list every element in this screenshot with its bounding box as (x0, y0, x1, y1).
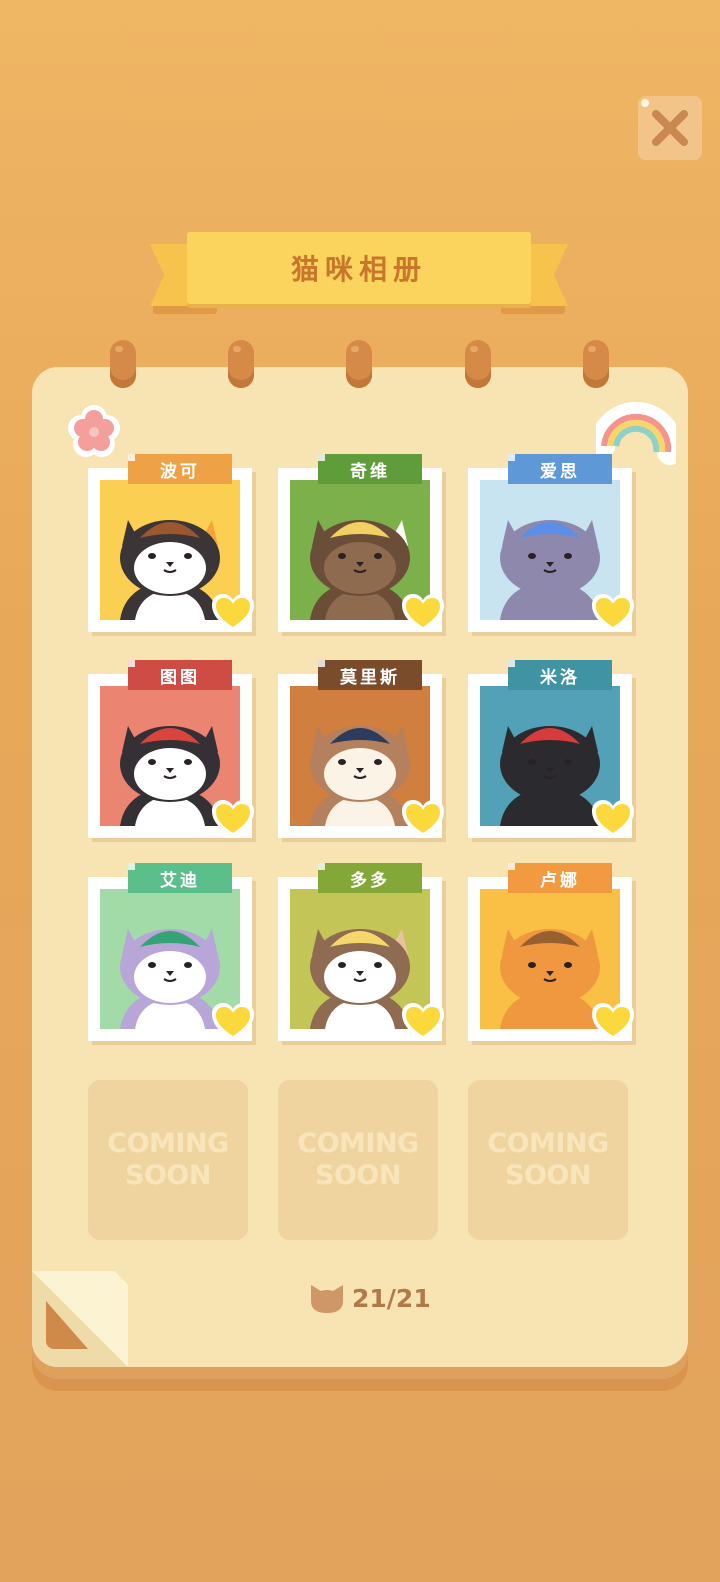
coming-soon-line2: SOON (125, 1160, 211, 1191)
cat-card[interactable]: 卢娜 (468, 863, 634, 1041)
coming-soon-line2: SOON (315, 1160, 401, 1191)
cat-name-tag: 卢娜 (508, 863, 612, 893)
page-title: 猫咪相册 (290, 253, 427, 286)
heart-icon (590, 592, 636, 638)
cat-name-tag: 爱思 (508, 454, 612, 484)
coming-soon-card: COMING SOON (88, 1080, 248, 1240)
coming-soon-card: COMING SOON (468, 1080, 628, 1240)
cat-name-tag: 奇维 (318, 454, 422, 484)
heart-icon (400, 592, 446, 638)
cat-card[interactable]: 莫里斯 (278, 660, 444, 838)
cat-name-tag: 艾迪 (128, 863, 232, 893)
cat-card[interactable]: 米洛 (468, 660, 634, 838)
title-banner: 猫咪相册 (150, 232, 568, 322)
coming-soon-line1: COMING (487, 1128, 609, 1159)
cat-name-tag: 波可 (128, 454, 232, 484)
cat-card[interactable]: 波可 (88, 454, 254, 632)
collection-counter: 21/21 (308, 1278, 431, 1318)
cat-card[interactable]: 多多 (278, 863, 444, 1041)
coming-soon-line1: COMING (107, 1128, 229, 1159)
heart-icon (210, 1001, 256, 1047)
heart-icon (400, 1001, 446, 1047)
collection-count: 21/21 (352, 1283, 431, 1313)
cat-name-tag: 多多 (318, 863, 422, 893)
cat-card[interactable]: 爱思 (468, 454, 634, 632)
heart-icon (590, 798, 636, 844)
binder-rings (0, 340, 720, 390)
cat-card[interactable]: 图图 (88, 660, 254, 838)
heart-icon (210, 798, 256, 844)
cat-head-icon (311, 1285, 343, 1313)
page-corner-turn[interactable] (32, 1271, 128, 1367)
heart-icon (400, 798, 446, 844)
coming-soon-line1: COMING (297, 1128, 419, 1159)
cat-name-tag: 图图 (128, 660, 232, 690)
flower-sticker (68, 405, 120, 457)
cat-name-tag: 米洛 (508, 660, 612, 690)
cat-card[interactable]: 艾迪 (88, 863, 254, 1041)
heart-icon (590, 1001, 636, 1047)
coming-soon-card: COMING SOON (278, 1080, 438, 1240)
cat-card[interactable]: 奇维 (278, 454, 444, 632)
coming-soon-line2: SOON (505, 1160, 591, 1191)
close-icon (652, 110, 688, 146)
cat-name-tag: 莫里斯 (318, 660, 422, 690)
heart-icon (210, 592, 256, 638)
close-button[interactable] (638, 96, 702, 160)
close-button-highlight (641, 99, 649, 107)
